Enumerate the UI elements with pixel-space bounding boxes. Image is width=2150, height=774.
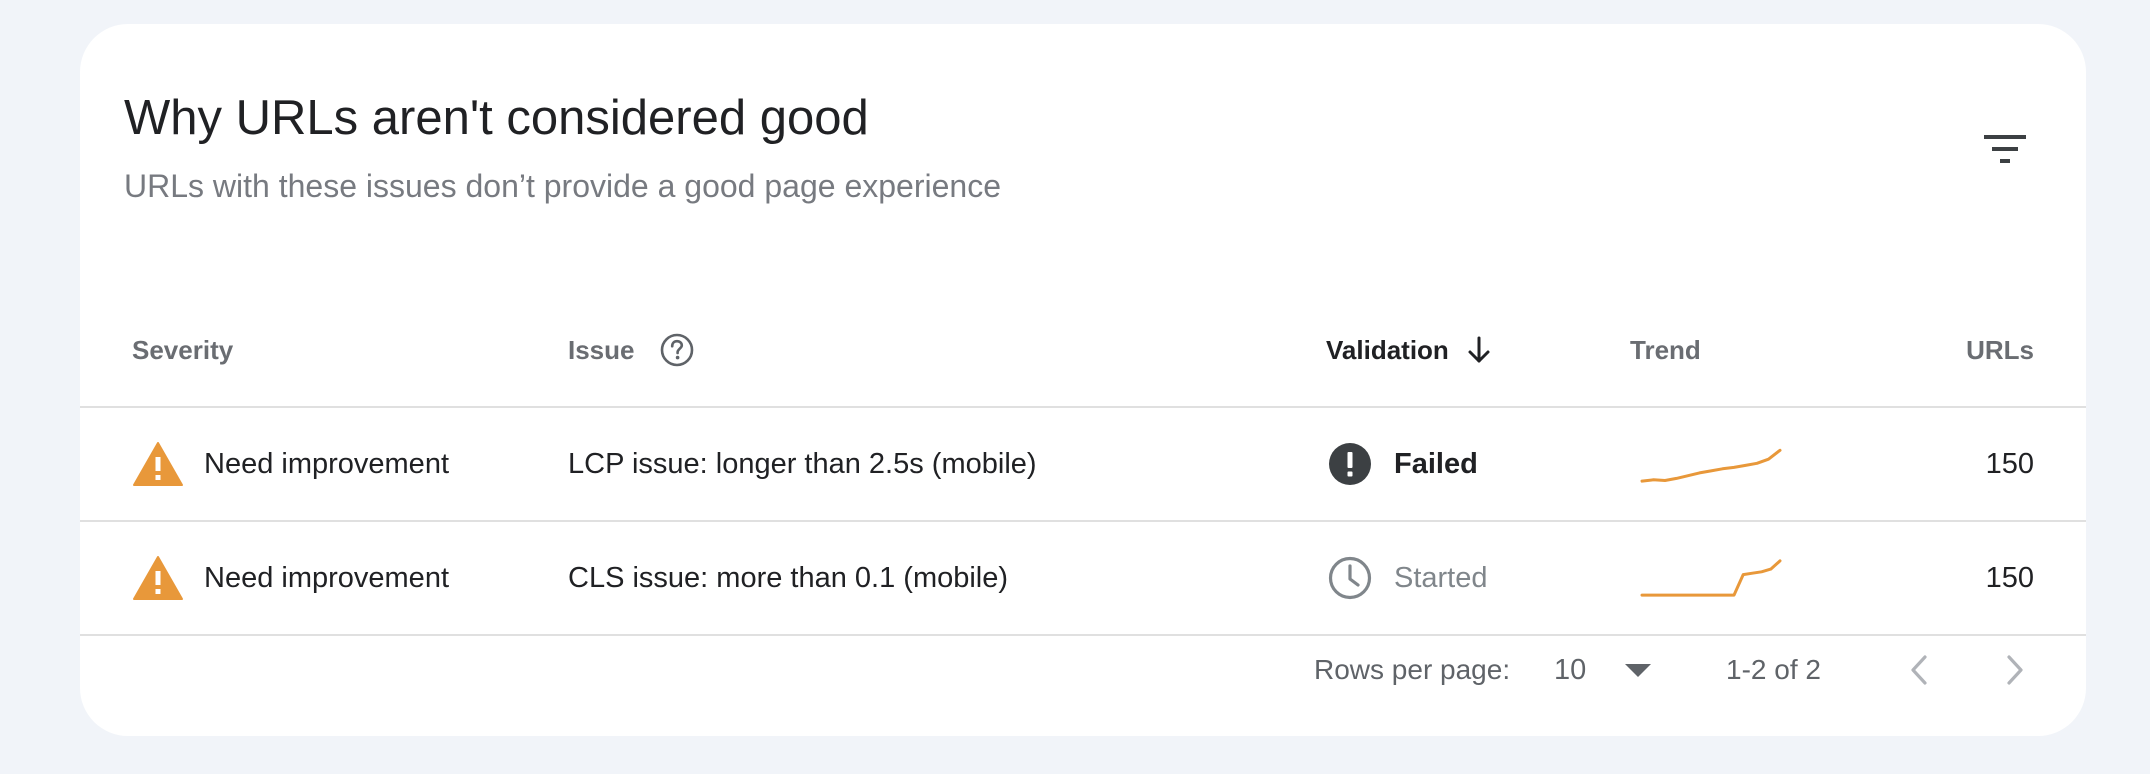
- dropdown-arrow-icon: [1624, 662, 1652, 678]
- pagination-bar: Rows per page: 10 1-2 of 2: [80, 640, 2086, 700]
- chevron-left-icon: [1908, 654, 1930, 686]
- chevron-right-icon: [2004, 654, 2026, 686]
- warning-icon: [132, 441, 184, 487]
- urls-count: 150: [1985, 447, 2034, 480]
- severity-label: Need improvement: [204, 447, 449, 480]
- help-icon[interactable]: [659, 332, 695, 368]
- column-header-severity[interactable]: Severity: [132, 294, 233, 406]
- trend-line: [1640, 559, 1782, 597]
- card-subtitle: URLs with these issues don’t provide a g…: [124, 168, 1001, 204]
- rows-per-page-select[interactable]: 10: [1554, 640, 1652, 700]
- table-header: Severity Issue Validation Trend URLs: [80, 294, 2086, 408]
- column-header-urls[interactable]: URLs: [1840, 294, 2034, 406]
- trend-line: [1640, 448, 1782, 483]
- severity-cell: Need improvement: [132, 522, 449, 634]
- rows-per-page-value: 10: [1554, 653, 1587, 686]
- severity-cell: Need improvement: [132, 408, 449, 520]
- column-header-validation[interactable]: Validation: [1326, 294, 1493, 406]
- card-title: Why URLs aren't considered good: [124, 91, 869, 145]
- column-header-issue[interactable]: Issue: [568, 294, 695, 406]
- trend-sparkline: [1640, 448, 1782, 483]
- table-row[interactable]: Need improvement CLS issue: more than 0.…: [80, 522, 2086, 636]
- trend-cell: [1636, 408, 1826, 520]
- column-header-trend: Trend: [1630, 334, 1701, 365]
- issues-card: Why URLs aren't considered good URLs wit…: [80, 24, 2086, 736]
- previous-page-button[interactable]: [1894, 640, 1944, 700]
- warning-icon: [132, 555, 184, 601]
- validation-status: Started: [1394, 561, 1488, 594]
- filter-button[interactable]: [1978, 124, 2032, 178]
- validation-cell: Failed: [1328, 408, 1478, 520]
- issue-label: LCP issue: longer than 2.5s (mobile): [568, 447, 1037, 480]
- issue-label: CLS issue: more than 0.1 (mobile): [568, 561, 1009, 594]
- trend-cell: [1636, 522, 1826, 634]
- rows-per-page-label: Rows per page:: [1314, 654, 1511, 685]
- urls-count: 150: [1985, 561, 2034, 594]
- error-icon: [1328, 442, 1372, 486]
- validation-status: Failed: [1394, 447, 1478, 480]
- page-range: 1-2 of 2: [1726, 654, 1821, 685]
- table-row[interactable]: Need improvement LCP issue: longer than …: [80, 408, 2086, 522]
- clock-icon: [1328, 556, 1372, 600]
- filter-icon: [1984, 133, 2026, 170]
- validation-cell: Started: [1328, 522, 1488, 634]
- severity-label: Need improvement: [204, 561, 449, 594]
- next-page-button[interactable]: [1990, 640, 2040, 700]
- trend-sparkline: [1640, 559, 1782, 597]
- arrow-down-icon: [1465, 335, 1493, 365]
